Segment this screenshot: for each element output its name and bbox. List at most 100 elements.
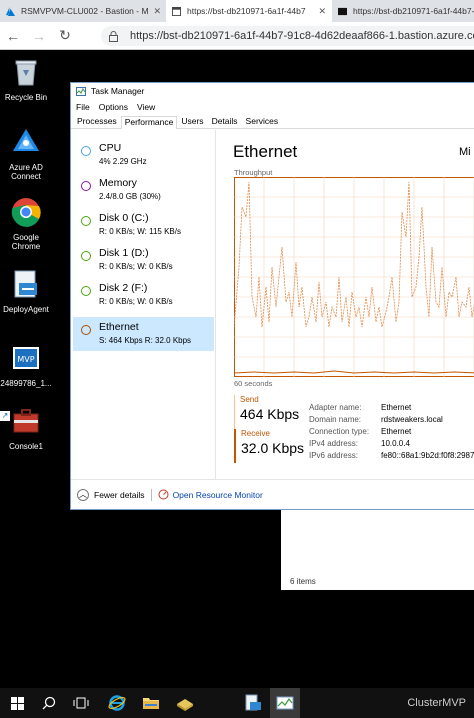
resource-summary: R: 0 KB/s; W: 0 KB/s [99, 262, 173, 271]
taskbar-internet-explorer[interactable] [102, 688, 132, 718]
resource-memory[interactable]: Memory 2.4/8.0 GB (30%) [73, 173, 214, 207]
browser-tab-active[interactable]: https://bst-db210971-6a1f-44b7 ✕ [166, 0, 332, 22]
close-tab-icon[interactable]: ✕ [149, 6, 162, 17]
resource-disk-0[interactable]: Disk 0 (C:) R: 0 KB/s; W: 115 KB/s [73, 208, 214, 242]
shortcut-arrow-icon: ↗ [0, 411, 10, 421]
property-key: IPv4 address: [309, 439, 358, 448]
desktop-icon-label: Google Chrome [11, 233, 41, 251]
reload-icon[interactable]: ↻ [52, 27, 78, 44]
tab-label: https://bst-db210971-6a1f-44b7- [353, 6, 474, 16]
ethernet-detail: Ethernet Mi Throughput 60 seconds Send 4… [221, 130, 474, 479]
resource-name: Ethernet [99, 321, 139, 333]
performance-panel: CPU 4% 2.29 GHz Memory 2.4/8.0 GB (30%) … [71, 130, 474, 479]
browser-tab-3[interactable]: https://bst-db210971-6a1f-44b7- [332, 0, 474, 22]
send-value: 464 Kbps [240, 406, 300, 422]
menu-options[interactable]: Options [99, 102, 128, 112]
resource-summary: R: 0 KB/s; W: 0 KB/s [99, 297, 173, 306]
adapter-properties: Adapter name: Ethernet Domain name: rdstwe… [309, 402, 474, 462]
resource-monitor-icon [158, 489, 169, 500]
desktop-icon-google-chrome[interactable]: Google Chrome [0, 197, 52, 251]
taskbar-deploy-agent[interactable] [238, 688, 268, 718]
chevron-up-icon[interactable]: ︿ [77, 488, 89, 501]
resource-name: CPU [99, 142, 122, 154]
menu-view[interactable]: View [137, 102, 155, 112]
property-key: Adapter name: [309, 403, 362, 412]
ethernet-indicator-icon [81, 325, 91, 335]
tab-services[interactable]: Services [242, 115, 283, 128]
property-value: 10.0.0.4 [381, 439, 410, 448]
search-button[interactable] [34, 688, 64, 718]
property-key: Domain name: [309, 415, 362, 424]
menu-bar: File Options View [71, 99, 474, 114]
tab-label: RSMVPVM-CLU002 - Bastion - M [21, 6, 149, 16]
window-title-bar[interactable]: Task Manager [71, 83, 474, 99]
windows-logo-icon [10, 696, 24, 710]
resource-ethernet[interactable]: Ethernet S: 464 Kbps R: 32.0 Kbps [73, 317, 214, 351]
property-value: Ethernet [381, 427, 412, 436]
desktop-icon-label: Recycle Bin [4, 93, 48, 102]
property-row: Connection type: Ethernet [309, 426, 474, 438]
browser-tab-bar: RSMVPVM-CLU002 - Bastion - M ✕ https://b… [0, 0, 474, 22]
receive-value: 32.0 Kbps [241, 440, 305, 456]
receive-stat: Receive 32.0 Kbps [234, 429, 304, 463]
task-manager-footer: ︿ Fewer details Open Resource Monitor [71, 479, 474, 509]
recycle-bin-icon [15, 60, 37, 86]
task-view-button[interactable] [66, 688, 96, 718]
task-manager-icon [76, 86, 86, 96]
start-button[interactable] [2, 688, 32, 718]
svg-text:MVP: MVP [17, 355, 34, 364]
detail-title-right: Mi [459, 146, 471, 158]
tab-details[interactable]: Details [208, 115, 242, 128]
property-row: Domain name: rdstweakers.local [309, 414, 474, 426]
toolbox-icon [177, 699, 193, 711]
property-row: Adapter name: Ethernet [309, 402, 474, 414]
time-axis-label: 60 seconds [234, 379, 273, 388]
taskbar-server-manager[interactable] [170, 688, 200, 718]
close-tab-icon[interactable]: ✕ [313, 6, 326, 17]
resource-name: Disk 2 (F:) [99, 282, 148, 294]
menu-file[interactable]: File [76, 102, 90, 112]
task-manager-icon [276, 696, 294, 710]
tab-processes[interactable]: Processes [73, 115, 121, 128]
desktop-icon-deployagent[interactable]: DeployAgent [0, 269, 52, 314]
open-resource-monitor-link[interactable]: Open Resource Monitor [173, 490, 263, 500]
desktop-icon-label: 24899786_1... [0, 379, 52, 388]
tab-users[interactable]: Users [177, 115, 207, 128]
tab-performance[interactable]: Performance [120, 116, 178, 129]
back-arrow-icon[interactable]: ← [0, 28, 26, 44]
fewer-details-link[interactable]: Fewer details [94, 490, 145, 500]
disk-indicator-icon [81, 216, 91, 226]
property-value: rdstweakers.local [381, 415, 443, 424]
throughput-graph [234, 177, 474, 377]
page-favicon-icon [172, 6, 181, 16]
address-bar[interactable]: https://bst-db210971-6a1f-44b7-91c8-4d62… [101, 26, 474, 46]
resource-cpu[interactable]: CPU 4% 2.29 GHz [73, 138, 214, 172]
desktop-icon-label: Azure AD Connect [9, 163, 43, 181]
browser-toolbar: ← → ↻ https://bst-db210971-6a1f-44b7-91c… [0, 22, 474, 50]
taskbar-file-explorer[interactable] [136, 688, 166, 718]
receive-label: Receive [241, 429, 270, 438]
property-key: IPv6 address: [309, 451, 358, 460]
resource-disk-2[interactable]: Disk 2 (F:) R: 0 KB/s; W: 0 KB/s [73, 278, 214, 312]
desktop-icon-image-file[interactable]: MVP 24899786_1... [0, 343, 52, 388]
memory-indicator-icon [81, 181, 91, 191]
desktop-icon-azure-ad-connect[interactable]: Azure AD Connect [0, 127, 52, 181]
console-icon [13, 409, 39, 433]
url-text: https://bst-db210971-6a1f-44b7-91c8-4d62… [130, 30, 474, 42]
resource-disk-1[interactable]: Disk 1 (D:) R: 0 KB/s; W: 0 KB/s [73, 243, 214, 277]
browser-tab-bastion[interactable]: RSMVPVM-CLU002 - Bastion - M ✕ [0, 0, 166, 22]
resource-summary: 2.4/8.0 GB (30%) [99, 192, 161, 201]
disk-indicator-icon [81, 286, 91, 296]
chrome-icon [11, 198, 41, 227]
page-favicon-icon [338, 7, 347, 15]
lock-icon [109, 30, 118, 42]
desktop-icon-recycle-bin[interactable]: Recycle Bin [0, 57, 52, 102]
forward-arrow-icon[interactable]: → [26, 28, 52, 44]
azure-ad-connect-icon [13, 129, 39, 151]
desktop-icon-label: Console1 [9, 442, 43, 451]
internet-explorer-icon [108, 695, 126, 711]
taskbar-task-manager[interactable] [270, 688, 300, 718]
task-view-icon [73, 697, 89, 709]
cpu-indicator-icon [81, 146, 91, 156]
property-key: Connection type: [309, 427, 370, 436]
